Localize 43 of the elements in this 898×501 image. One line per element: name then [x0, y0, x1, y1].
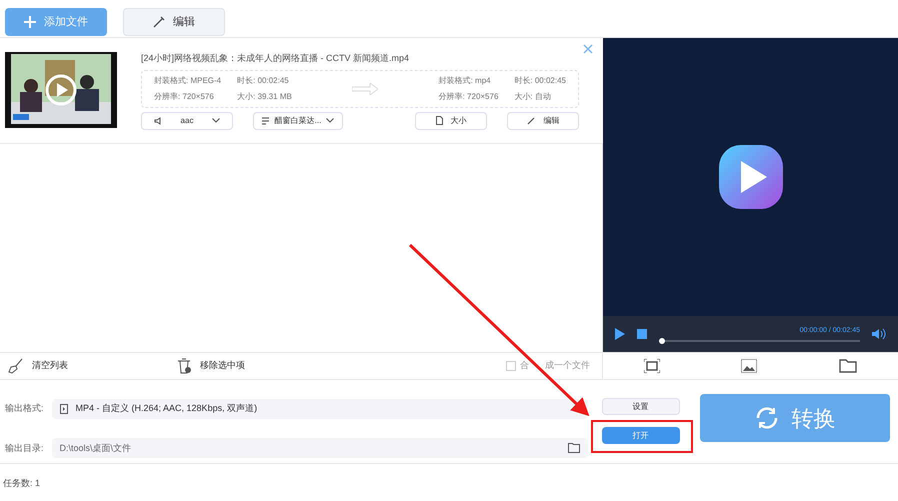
output-dir-field[interactable]: D:\tools\桌面\文件 — [52, 438, 588, 458]
meta-text: 时长: 00:02:45 — [514, 74, 566, 86]
arrow-right-icon — [352, 82, 378, 94]
audio-dropdown[interactable]: aac — [141, 112, 233, 130]
meta-text: 大小: 39.31 MB — [237, 90, 292, 102]
speaker-icon — [154, 116, 162, 124]
remove-selected-link[interactable]: 移除选中项 — [200, 359, 245, 373]
meta-text: 分辨率: 720×576 — [154, 90, 215, 102]
meta-text: 分辨率: 720×576 — [438, 90, 498, 102]
task-count: 任务数: 1 — [3, 478, 40, 488]
image-icon[interactable] — [741, 359, 758, 373]
subtitle-dropdown[interactable]: 醋窗白菜达... — [253, 112, 343, 130]
output-dir-label: 输出目录: — [5, 442, 44, 454]
output-format-label: 输出格式: — [5, 402, 44, 415]
size-button[interactable]: 大小 — [415, 112, 487, 130]
plus-icon — [24, 16, 36, 28]
broom-icon — [8, 358, 24, 374]
subtitle-icon — [262, 116, 270, 124]
meta-text: 封装格式: MPEG-4 — [154, 74, 222, 86]
file-title: [24小时]网络视频乱象：未成年人的网络直播 - CCTV 新闻频道.mp4 — [141, 52, 410, 65]
edit-button[interactable]: 编辑 — [123, 8, 225, 36]
merge-label: 合 — [520, 359, 529, 372]
settings-button[interactable]: 设置 — [602, 398, 680, 415]
folder-icon[interactable] — [839, 359, 858, 373]
clear-list-link[interactable]: 清空列表 — [32, 359, 68, 373]
play-icon[interactable] — [615, 328, 625, 340]
progress-thumb[interactable] — [659, 338, 665, 344]
output-format-field[interactable]: MP4 - 自定义 (H.264; AAC, 128Kbps, 双声道) — [52, 398, 588, 419]
merge-checkbox[interactable] — [506, 361, 516, 371]
folder-icon[interactable] — [568, 443, 580, 454]
volume-icon[interactable] — [872, 328, 886, 340]
screenshot-icon[interactable] — [644, 359, 660, 373]
refresh-icon — [754, 405, 780, 431]
chevron-down-icon — [326, 118, 334, 123]
trash-icon — [176, 358, 192, 374]
meta-text: 封装格式: mp4 — [438, 74, 492, 86]
merge-label: 成一个文件 — [545, 359, 590, 372]
meta-text: 大小: 自动 — [514, 90, 552, 102]
chevron-down-icon — [212, 118, 220, 123]
meta-text: 时长: 00:02:45 — [237, 74, 290, 86]
clip-edit-button[interactable]: 编辑 — [507, 112, 579, 130]
document-icon — [436, 116, 442, 125]
video-file-icon — [60, 404, 68, 414]
